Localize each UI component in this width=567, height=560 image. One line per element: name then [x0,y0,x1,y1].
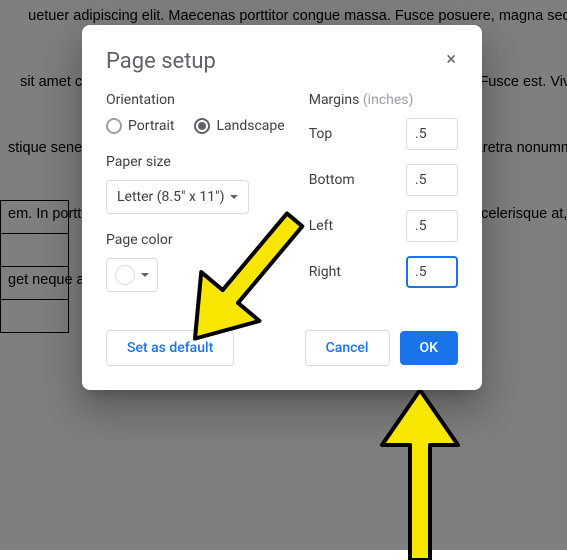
margins-unit: (inches) [363,92,414,108]
margin-top-label: Top [309,126,333,142]
page-setup-dialog: Page setup × Orientation Portrait Landsc… [82,25,482,390]
margin-left-label: Left [309,218,333,234]
radio-icon [194,118,210,134]
margin-right-label: Right [309,264,341,280]
paper-size-label: Paper size [106,154,285,170]
margin-right-input[interactable] [406,256,458,288]
color-swatch-icon [115,265,135,285]
ok-button[interactable]: OK [400,331,459,365]
margin-left-input[interactable] [406,210,458,242]
close-icon[interactable]: × [444,49,458,71]
cancel-button[interactable]: Cancel [305,330,390,366]
paper-size-select[interactable]: Letter (8.5" x 11") [106,180,249,214]
orientation-label: Orientation [106,92,285,108]
page-color-label: Page color [106,232,285,248]
radio-icon [106,118,122,134]
caret-down-icon [141,273,149,277]
radio-label: Landscape [216,118,284,134]
dialog-title: Page setup [106,49,216,74]
margin-bottom-label: Bottom [309,172,355,188]
page-color-select[interactable] [106,258,158,292]
paper-size-value: Letter (8.5" x 11") [117,189,224,205]
caret-down-icon [230,195,238,199]
orientation-landscape-radio[interactable]: Landscape [194,118,284,134]
margins-label: Margins (inches) [309,92,458,108]
orientation-portrait-radio[interactable]: Portrait [106,118,174,134]
margin-top-input[interactable] [406,118,458,150]
radio-label: Portrait [128,118,174,134]
margin-bottom-input[interactable] [406,164,458,196]
set-as-default-button[interactable]: Set as default [106,330,234,366]
